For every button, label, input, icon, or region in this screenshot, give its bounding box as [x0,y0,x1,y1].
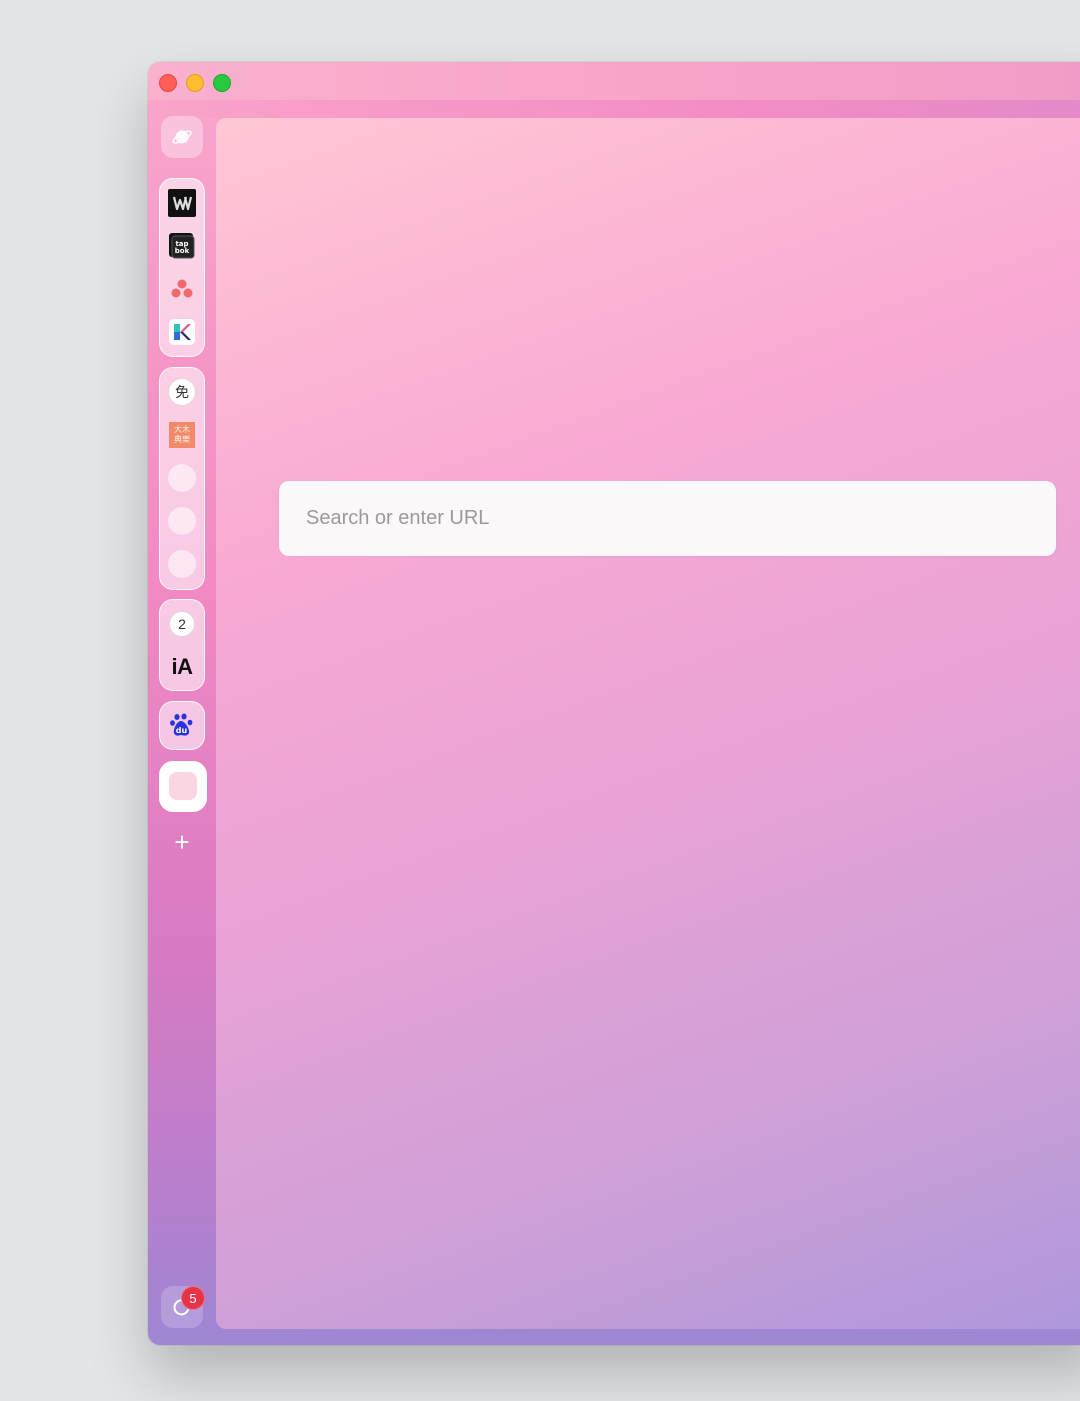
svg-text:bok: bok [175,247,190,255]
space-switcher-button[interactable] [161,116,203,158]
search-input[interactable] [279,506,1056,531]
klack-icon [169,319,195,345]
ia-writer-icon: iA [171,654,194,679]
blank-tab-icon [168,550,196,578]
tab-klack[interactable] [168,318,196,346]
pinned-group-4: du [159,701,205,750]
pinned-group-3: 2 iA [159,599,205,691]
blank-tab-icon [168,464,196,492]
number-badge: 2 [169,611,195,637]
svg-text:du: du [176,726,188,735]
sidebar: tap bok 免 大木典樂 2 iA du + 5 [148,62,216,1345]
active-tab-group [159,761,207,812]
pinned-group-1: tap bok [159,178,205,357]
tab-blank-3[interactable] [168,550,196,578]
tapbots-icon: tap bok [169,233,195,259]
tab-tapbots[interactable]: tap bok [168,232,196,260]
tab-active-new[interactable] [169,772,197,800]
tab-blank-2[interactable] [168,507,196,535]
search-bar[interactable] [279,481,1056,556]
tab-blank-1[interactable] [168,464,196,492]
tab-asana[interactable] [168,275,196,303]
tab-mian[interactable]: 免 [168,378,196,406]
active-blank-tab-icon [169,772,197,800]
mian-icon: 免 [168,378,196,406]
tab-numbered[interactable]: 2 [168,610,196,638]
asana-icon [171,279,193,298]
pinned-group-2: 免 大木典樂 [159,367,205,590]
tab-dictionary[interactable]: 大木典樂 [168,421,196,449]
tab-baidu[interactable]: du [168,711,196,739]
browser-window: tap bok 免 大木典樂 2 iA du + 5 Search or ent… [148,62,1080,1345]
blank-tab-icon [168,507,196,535]
tab-ia-writer[interactable]: iA [168,653,196,681]
add-tab-button[interactable]: + [170,829,194,855]
dictionary-icon: 大木典樂 [169,422,195,448]
webflow-icon [168,189,196,217]
tab-webflow[interactable] [168,189,196,217]
main-content [216,118,1080,1329]
notification-badge: 5 [181,1286,205,1310]
baidu-icon: du [170,713,193,736]
planet-icon [172,130,192,144]
